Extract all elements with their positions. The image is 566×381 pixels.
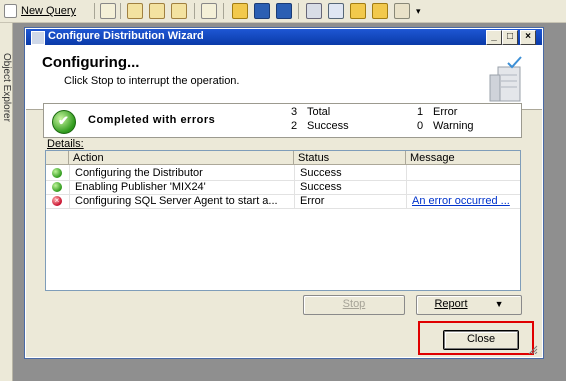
warning-label: Warning	[433, 120, 474, 132]
total-label: Total	[307, 106, 331, 118]
toolbar-overflow-button[interactable]: ▾	[416, 3, 421, 19]
row-status: Error	[300, 195, 325, 207]
query-icon	[149, 3, 165, 19]
toolbox-button[interactable]	[394, 3, 410, 19]
close-window-button[interactable]: ×	[520, 30, 536, 45]
report-button[interactable]: Report ▼	[416, 295, 522, 315]
column-divider	[69, 165, 70, 208]
warning-count: 0	[417, 120, 424, 132]
dialog-titlebar[interactable]: Configure Distribution Wizard _ □ ×	[26, 29, 542, 45]
grid-header-status[interactable]: Status	[294, 151, 406, 165]
success-label: Success	[307, 120, 349, 132]
dropdown-arrow-icon: ▼	[494, 299, 504, 309]
details-grid: Action Status Message Configuring the Di…	[45, 150, 521, 291]
stop-button[interactable]: Stop	[303, 295, 405, 315]
table-row[interactable]: × Configuring SQL Server Agent to start …	[46, 194, 520, 209]
toolbar-separator	[194, 3, 195, 19]
save-all-icon	[276, 3, 292, 19]
save-button[interactable]	[254, 3, 270, 19]
row-message	[412, 180, 518, 194]
explorer-icon	[328, 3, 344, 19]
row-message	[412, 166, 518, 180]
summary-panel: Completed with errors 3 Total 2 Success …	[43, 103, 522, 138]
toolbar-separator	[94, 3, 95, 19]
error-message-link[interactable]: An error occurred ...	[412, 194, 518, 208]
table-row[interactable]: Configuring the Distributor Success	[46, 166, 520, 181]
toolbar-separator	[298, 3, 299, 19]
error-label: Error	[433, 106, 458, 118]
object-explorer-label: Object Explorer	[1, 53, 12, 122]
error-count: 1	[417, 106, 424, 118]
save-icon	[254, 3, 270, 19]
minimize-button[interactable]: _	[486, 30, 502, 45]
row-status: Success	[300, 167, 342, 179]
dialog-header: Configuring... Click Stop to interrupt t…	[26, 45, 542, 110]
new-query-icon	[4, 4, 17, 18]
report-label: Report	[434, 298, 468, 310]
folder-open-icon	[232, 3, 248, 19]
grid-header-message[interactable]: Message	[406, 151, 520, 165]
success-check-icon	[52, 110, 76, 134]
column-divider	[406, 165, 407, 208]
toolbar-file-button[interactable]	[100, 3, 116, 19]
total-count: 3	[291, 106, 298, 118]
properties-button[interactable]	[372, 3, 388, 19]
wizard-icon	[31, 31, 45, 45]
object-explorer-button[interactable]	[328, 3, 344, 19]
row-action: Enabling Publisher 'MIX24'	[75, 181, 206, 193]
toolbar-xmla-button[interactable]	[171, 3, 187, 19]
configure-distribution-dialog: Configure Distribution Wizard _ □ × Conf…	[24, 27, 544, 359]
row-action: Configuring SQL Server Agent to start a.…	[75, 195, 278, 207]
registered-servers-button[interactable]	[306, 3, 322, 19]
document-icon	[201, 3, 217, 19]
row-action: Configuring the Distributor	[75, 167, 203, 179]
dialog-title: Configure Distribution Wizard	[48, 30, 204, 42]
open-button[interactable]	[232, 3, 248, 19]
toolbar-sqlce-button[interactable]	[201, 3, 217, 19]
table-row[interactable]: Enabling Publisher 'MIX24' Success	[46, 180, 520, 195]
resize-grip-icon[interactable]	[526, 344, 538, 354]
row-status: Success	[300, 181, 342, 193]
document-icon	[100, 3, 116, 19]
toolbar-mdx-button[interactable]	[127, 3, 143, 19]
success-icon	[52, 182, 62, 192]
stop-label: Stop	[342, 298, 366, 310]
query-icon	[171, 3, 187, 19]
chevron-down-icon: ▾	[416, 5, 421, 16]
column-divider	[294, 165, 295, 208]
page-title: Configuring...	[42, 54, 140, 71]
toolbar-dmx-button[interactable]	[149, 3, 165, 19]
close-button-highlight	[418, 321, 534, 355]
server-check-icon	[489, 56, 522, 102]
folder-icon	[350, 3, 366, 19]
save-all-button[interactable]	[276, 3, 292, 19]
maximize-button[interactable]: □	[502, 30, 518, 45]
object-explorer-strip[interactable]: Object Explorer	[0, 23, 13, 381]
success-icon	[52, 168, 62, 178]
new-query-button[interactable]: New Query	[4, 3, 76, 19]
new-query-label: New Query	[21, 5, 77, 17]
grid-header-action[interactable]: Action	[69, 151, 294, 165]
toolbar-separator	[223, 3, 224, 19]
summary-status: Completed with errors	[88, 114, 216, 126]
main-toolbar: New Query ▾	[0, 0, 566, 23]
template-explorer-button[interactable]	[350, 3, 366, 19]
toolbox-icon	[394, 3, 410, 19]
folder-icon	[372, 3, 388, 19]
page-subtitle: Click Stop to interrupt the operation.	[64, 75, 240, 87]
success-count: 2	[291, 120, 298, 132]
query-icon	[127, 3, 143, 19]
error-icon: ×	[52, 196, 62, 206]
servers-icon	[306, 3, 322, 19]
details-label: Details:	[47, 138, 84, 150]
toolbar-separator	[120, 3, 121, 19]
grid-header-icon	[46, 151, 69, 165]
